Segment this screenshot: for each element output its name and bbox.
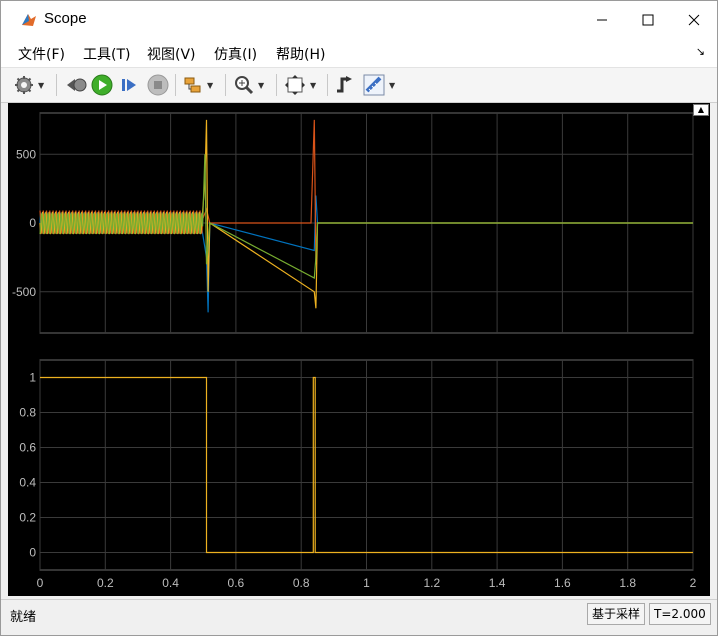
y-tick-label: -500 <box>12 285 36 299</box>
step-back-button[interactable] <box>65 73 87 97</box>
dock-arrow-icon[interactable]: ↘ <box>696 45 705 58</box>
scope-window: Scope 文件(F) 工具(T) 视图(V) 仿真(I) 帮助(H) ↘ ▼ <box>0 0 718 636</box>
y-tick-label: 0.8 <box>19 406 36 420</box>
step-back-icon <box>67 78 87 92</box>
menu-view[interactable]: 视图(V) <box>147 44 196 64</box>
y-tick-label: 500 <box>16 147 36 161</box>
y-tick-label: 0 <box>29 546 36 560</box>
x-tick-label: 2 <box>690 576 697 590</box>
close-icon <box>688 14 700 26</box>
x-tick-label: 0.4 <box>162 576 179 590</box>
cursor-measurements-icon <box>363 74 385 96</box>
window-title: Scope <box>44 10 87 27</box>
menu-simulation[interactable]: 仿真(I) <box>214 44 257 64</box>
x-tick-label: 0.6 <box>228 576 245 590</box>
x-tick-label: 0 <box>37 576 44 590</box>
x-tick-label: 0.2 <box>97 576 114 590</box>
cursor-measurements-button[interactable]: ▼ <box>363 73 395 97</box>
run-button[interactable] <box>91 73 113 97</box>
menu-file[interactable]: 文件(F) <box>18 44 65 64</box>
toolbar: ▼ ▼ ▼ ▼ ▼ <box>1 68 717 103</box>
zoom-button[interactable]: ▼ <box>234 73 264 97</box>
autoscale-icon <box>285 75 305 95</box>
highlight-block-icon <box>184 77 201 93</box>
minimize-icon <box>597 19 607 21</box>
stop-button[interactable] <box>147 73 169 97</box>
status-bar: 就绪 基于采样 T=2.000 <box>1 599 717 628</box>
x-tick-label: 0.8 <box>293 576 310 590</box>
axes-bottom[interactable]: 1 0.8 0.6 0.4 0.2 0 0 0.2 0.4 0.6 0.8 1 1.2 1.4 1.6 1.8… <box>19 359 697 590</box>
zoom-icon <box>235 76 254 95</box>
scope-plots: 500 0 -500 1 0.8 0.6 0.4 0.2 0 0 0.2 0.4 0.6 0.8 1 1.2… <box>12 112 697 590</box>
run-icon <box>91 74 113 96</box>
status-text: 就绪 <box>10 610 37 625</box>
menu-tools[interactable]: 工具(T) <box>83 44 130 64</box>
highlight-block-button[interactable]: ▼ <box>183 73 213 97</box>
x-tick-label: 1.6 <box>554 576 571 590</box>
minimize-button[interactable] <box>579 1 625 39</box>
gear-icon <box>15 76 33 94</box>
maximize-icon <box>642 14 654 26</box>
y-tick-label: 0.4 <box>19 476 36 490</box>
undock-icon[interactable]: ▲ <box>693 104 709 116</box>
stop-icon <box>147 74 169 96</box>
y-tick-label: 0.6 <box>19 441 36 455</box>
settings-button[interactable]: ▼ <box>14 73 44 97</box>
close-button[interactable] <box>671 1 717 39</box>
maximize-button[interactable] <box>625 1 671 39</box>
sample-based-label: 基于采样 <box>587 603 646 625</box>
matlab-logo-icon <box>22 14 36 26</box>
time-readout: T=2.000 <box>649 603 711 625</box>
step-forward-button[interactable] <box>119 73 139 97</box>
triggers-icon <box>337 76 352 93</box>
x-tick-label: 1 <box>363 576 370 590</box>
y-tick-label: 0.2 <box>19 511 36 525</box>
x-tick-label: 1.4 <box>489 576 506 590</box>
menu-bar: 文件(F) 工具(T) 视图(V) 仿真(I) 帮助(H) ↘ <box>1 39 717 68</box>
axes-top[interactable]: 500 0 -500 <box>12 112 694 334</box>
plot-area: 500 0 -500 1 0.8 0.6 0.4 0.2 0 0 0.2 0.4 0.6 0.8 1 1.2… <box>8 103 710 596</box>
step-forward-icon <box>122 79 136 91</box>
title-bar[interactable]: Scope <box>1 1 717 39</box>
y-tick-label: 1 <box>29 371 36 385</box>
menu-help[interactable]: 帮助(H) <box>276 44 325 64</box>
triggers-button[interactable] <box>334 73 354 97</box>
y-tick-label: 0 <box>29 216 36 230</box>
x-tick-label: 1.2 <box>423 576 440 590</box>
autoscale-button[interactable]: ▼ <box>284 73 316 97</box>
x-tick-label: 1.8 <box>619 576 636 590</box>
